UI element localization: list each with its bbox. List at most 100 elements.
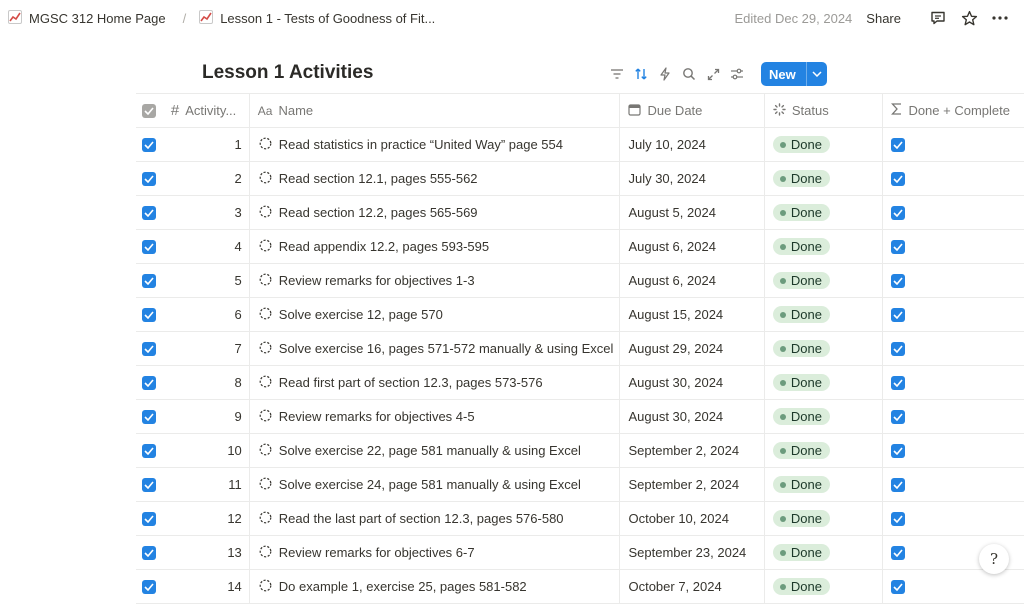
- table-row[interactable]: 13 Review remarks for objectives 6-7 Sep…: [136, 535, 1024, 570]
- done-complete-cell[interactable]: [882, 161, 1024, 196]
- name-cell[interactable]: Read section 12.2, pages 565-569: [249, 195, 621, 230]
- row-select-cell[interactable]: [136, 399, 163, 434]
- sort-icon[interactable]: [629, 62, 653, 86]
- due-date-cell[interactable]: August 30, 2024: [619, 365, 765, 400]
- done-complete-cell[interactable]: [882, 263, 1024, 298]
- checkbox-checked-icon[interactable]: [891, 172, 906, 187]
- checkbox-checked-icon[interactable]: [891, 308, 906, 323]
- name-cell[interactable]: Read section 12.1, pages 555-562: [249, 161, 621, 196]
- done-complete-cell[interactable]: [882, 467, 1024, 502]
- checkbox-checked-icon[interactable]: [142, 376, 157, 391]
- done-complete-cell[interactable]: [882, 501, 1024, 536]
- due-date-cell[interactable]: August 30, 2024: [619, 399, 765, 434]
- status-cell[interactable]: Done: [764, 127, 884, 162]
- checkbox-checked-icon[interactable]: [142, 138, 157, 153]
- checkbox-checked-icon[interactable]: [891, 240, 906, 255]
- done-complete-cell[interactable]: [882, 297, 1024, 332]
- settings-sliders-icon[interactable]: [725, 62, 749, 86]
- status-cell[interactable]: Done: [764, 535, 884, 570]
- checkbox-icon[interactable]: [142, 104, 157, 119]
- checkbox-checked-icon[interactable]: [891, 478, 906, 493]
- column-header-status[interactable]: Status: [764, 93, 884, 128]
- name-cell[interactable]: Review remarks for objectives 1-3: [249, 263, 621, 298]
- status-cell[interactable]: Done: [764, 195, 884, 230]
- table-row[interactable]: 11 Solve exercise 24, page 581 manually …: [136, 467, 1024, 502]
- name-cell[interactable]: Review remarks for objectives 6-7: [249, 535, 621, 570]
- row-select-cell[interactable]: [136, 229, 163, 264]
- done-complete-cell[interactable]: [882, 365, 1024, 400]
- done-complete-cell[interactable]: [882, 399, 1024, 434]
- status-cell[interactable]: Done: [764, 297, 884, 332]
- checkbox-checked-icon[interactable]: [891, 342, 906, 357]
- checkbox-checked-icon[interactable]: [891, 512, 906, 527]
- status-cell[interactable]: Done: [764, 365, 884, 400]
- status-cell[interactable]: Done: [764, 263, 884, 298]
- column-header-due-date[interactable]: Due Date: [619, 93, 765, 128]
- row-select-cell[interactable]: [136, 127, 163, 162]
- column-header-activity[interactable]: # Activity...: [162, 93, 250, 128]
- column-header-done-complete[interactable]: Done + Complete: [882, 93, 1024, 128]
- done-complete-cell[interactable]: [882, 229, 1024, 264]
- due-date-cell[interactable]: July 30, 2024: [619, 161, 765, 196]
- name-cell[interactable]: Read appendix 12.2, pages 593-595: [249, 229, 621, 264]
- table-row[interactable]: 3 Read section 12.2, pages 565-569 Augus…: [136, 195, 1024, 230]
- status-cell[interactable]: Done: [764, 433, 884, 468]
- table-row[interactable]: 8 Read first part of section 12.3, pages…: [136, 365, 1024, 400]
- star-icon[interactable]: [959, 8, 979, 28]
- breadcrumb-item-lesson[interactable]: Lesson 1 - Tests of Goodness of Fit...: [220, 11, 435, 26]
- row-select-cell[interactable]: [136, 535, 163, 570]
- row-select-cell[interactable]: [136, 433, 163, 468]
- breadcrumb-item-home[interactable]: MGSC 312 Home Page: [29, 11, 166, 26]
- row-select-cell[interactable]: [136, 331, 163, 366]
- status-cell[interactable]: Done: [764, 467, 884, 502]
- done-complete-cell[interactable]: [882, 331, 1024, 366]
- due-date-cell[interactable]: August 5, 2024: [619, 195, 765, 230]
- checkbox-checked-icon[interactable]: [891, 546, 906, 561]
- due-date-cell[interactable]: August 29, 2024: [619, 331, 765, 366]
- checkbox-checked-icon[interactable]: [142, 206, 157, 221]
- row-select-cell[interactable]: [136, 467, 163, 502]
- table-row[interactable]: 4 Read appendix 12.2, pages 593-595 Augu…: [136, 229, 1024, 264]
- checkbox-checked-icon[interactable]: [891, 274, 906, 289]
- checkbox-checked-icon[interactable]: [142, 410, 157, 425]
- status-cell[interactable]: Done: [764, 161, 884, 196]
- help-button[interactable]: ?: [979, 544, 1009, 574]
- checkbox-checked-icon[interactable]: [142, 308, 157, 323]
- comment-icon[interactable]: [928, 8, 948, 28]
- table-row[interactable]: 7 Solve exercise 16, pages 571-572 manua…: [136, 331, 1024, 366]
- checkbox-checked-icon[interactable]: [142, 274, 157, 289]
- done-complete-cell[interactable]: [882, 195, 1024, 230]
- checkbox-checked-icon[interactable]: [142, 580, 157, 595]
- name-cell[interactable]: Solve exercise 22, page 581 manually & u…: [249, 433, 621, 468]
- automation-bolt-icon[interactable]: [653, 62, 677, 86]
- expand-icon[interactable]: [701, 62, 725, 86]
- checkbox-checked-icon[interactable]: [891, 410, 906, 425]
- select-all-header[interactable]: [136, 93, 163, 128]
- name-cell[interactable]: Solve exercise 12, page 570: [249, 297, 621, 332]
- table-row[interactable]: 10 Solve exercise 22, page 581 manually …: [136, 433, 1024, 468]
- status-cell[interactable]: Done: [764, 501, 884, 536]
- checkbox-checked-icon[interactable]: [891, 376, 906, 391]
- row-select-cell[interactable]: [136, 263, 163, 298]
- search-icon[interactable]: [677, 62, 701, 86]
- checkbox-checked-icon[interactable]: [891, 580, 906, 595]
- name-cell[interactable]: Solve exercise 24, page 581 manually & u…: [249, 467, 621, 502]
- done-complete-cell[interactable]: [882, 433, 1024, 468]
- due-date-cell[interactable]: September 2, 2024: [619, 433, 765, 468]
- checkbox-checked-icon[interactable]: [142, 512, 157, 527]
- table-row[interactable]: 2 Read section 12.1, pages 555-562 July …: [136, 161, 1024, 196]
- status-cell[interactable]: Done: [764, 229, 884, 264]
- name-cell[interactable]: Read the last part of section 12.3, page…: [249, 501, 621, 536]
- due-date-cell[interactable]: August 6, 2024: [619, 229, 765, 264]
- name-cell[interactable]: Review remarks for objectives 4-5: [249, 399, 621, 434]
- name-cell[interactable]: Read first part of section 12.3, pages 5…: [249, 365, 621, 400]
- share-button[interactable]: Share: [866, 11, 901, 26]
- checkbox-checked-icon[interactable]: [142, 240, 157, 255]
- new-button[interactable]: New: [761, 62, 827, 86]
- checkbox-checked-icon[interactable]: [142, 546, 157, 561]
- due-date-cell[interactable]: August 6, 2024: [619, 263, 765, 298]
- row-select-cell[interactable]: [136, 501, 163, 536]
- row-select-cell[interactable]: [136, 365, 163, 400]
- checkbox-checked-icon[interactable]: [891, 444, 906, 459]
- filter-icon[interactable]: [605, 62, 629, 86]
